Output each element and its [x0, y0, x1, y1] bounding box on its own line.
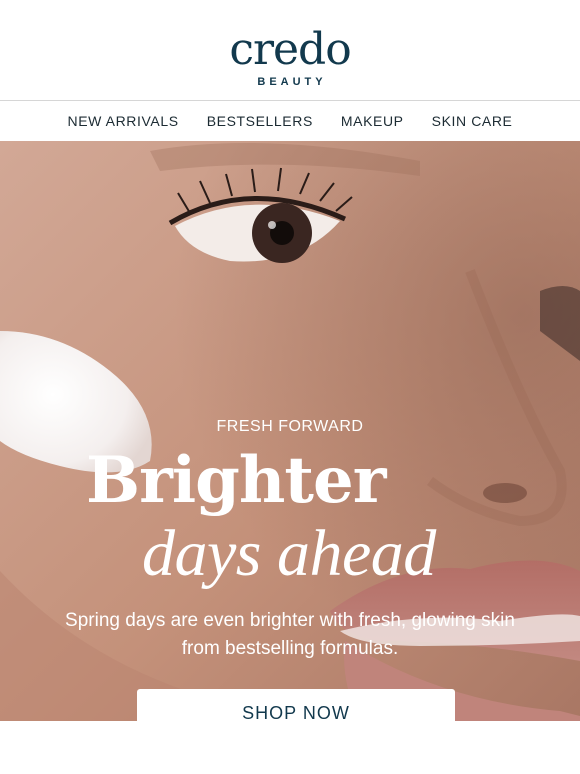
- credo-beauty-logo[interactable]: credo BEAUTY: [0, 24, 580, 89]
- logo-wordmark: credo: [229, 24, 351, 75]
- nav-item-skin-care[interactable]: SKIN CARE: [432, 113, 513, 129]
- nav-item-makeup[interactable]: MAKEUP: [341, 113, 404, 129]
- nav-item-bestsellers[interactable]: BESTSELLERS: [207, 113, 313, 129]
- hero-subcopy: Spring days are even brighter with fresh…: [65, 610, 515, 659]
- hero-headline-line1: Brighter: [86, 443, 386, 518]
- shop-now-button[interactable]: SHOP NOW: [137, 689, 455, 721]
- hero-headline-line2: days ahead: [142, 517, 436, 590]
- hero-eyebrow: FRESH FORWARD: [216, 418, 364, 435]
- main-nav: NEW ARRIVALS BESTSELLERS MAKEUP SKIN CAR…: [0, 101, 580, 141]
- nav-item-new-arrivals[interactable]: NEW ARRIVALS: [67, 113, 178, 129]
- email-header: credo BEAUTY: [0, 0, 580, 100]
- logo-subtitle: BEAUTY: [257, 76, 327, 88]
- nostril-shape: [483, 483, 527, 503]
- footer-spacer: [0, 721, 580, 774]
- hero-banner[interactable]: FRESH FORWARD Brighter days ahead Spring…: [0, 141, 580, 721]
